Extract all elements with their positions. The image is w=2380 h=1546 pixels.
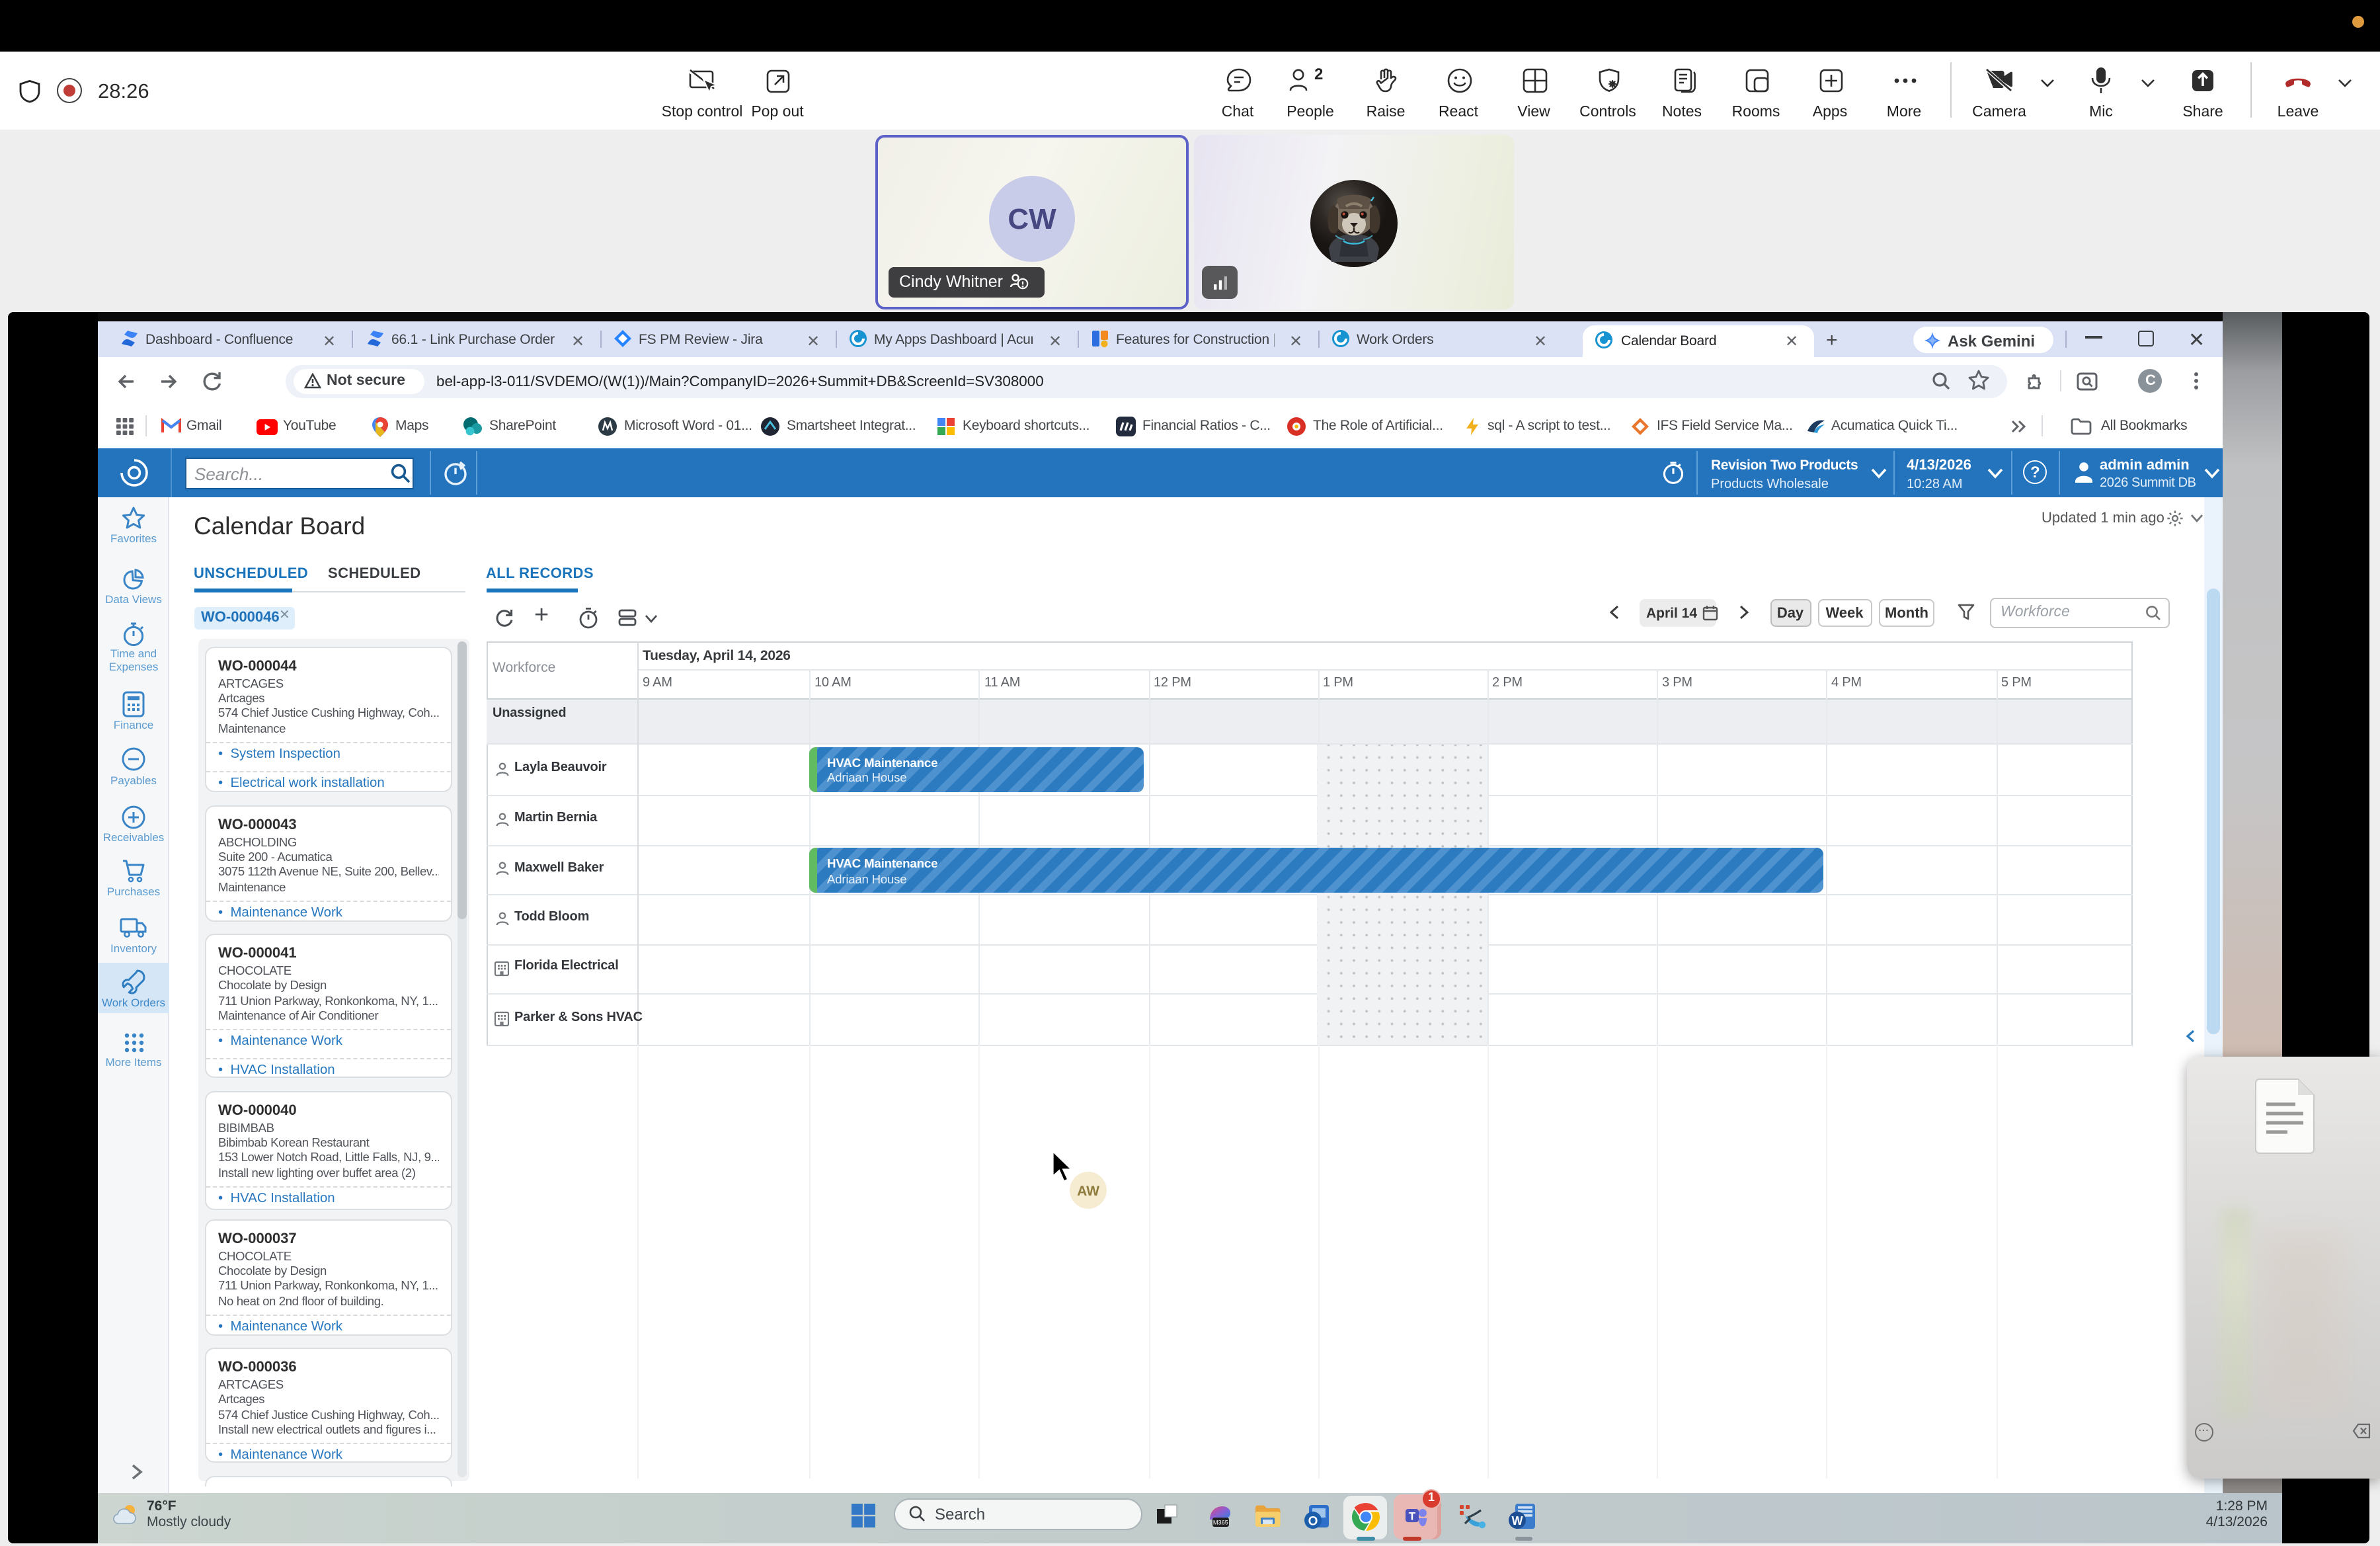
svg-text:O: O bbox=[1308, 1514, 1318, 1528]
svg-text:W: W bbox=[1512, 1514, 1523, 1527]
svg-text:M365: M365 bbox=[1213, 1520, 1228, 1526]
svg-text:T: T bbox=[1409, 1510, 1416, 1522]
